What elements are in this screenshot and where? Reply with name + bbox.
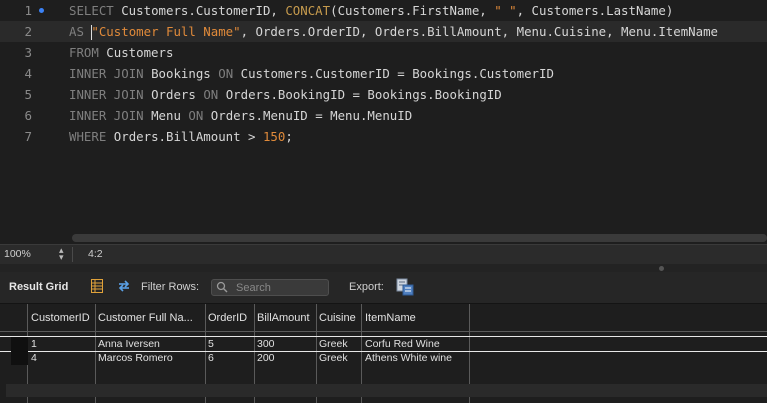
column-header-cuisine[interactable]: Cuisine [319, 312, 356, 324]
cell-billamount[interactable]: 200 [257, 352, 275, 364]
code-token-fn: CONCAT [285, 3, 331, 18]
line-number: 6 [24, 108, 32, 123]
filter-search-box[interactable] [211, 279, 329, 296]
statement-marker-icon [39, 8, 44, 13]
horizontal-scrollbar[interactable] [72, 234, 767, 242]
code-text[interactable]: WHERE Orders.BillAmount > 150; [69, 126, 293, 147]
code-token: Orders.MenuID = Menu.MenuID [203, 108, 413, 123]
line-number: 4 [24, 66, 32, 81]
cell-itemname[interactable]: Athens White wine [365, 352, 452, 364]
code-token-num: 150 [262, 129, 286, 144]
code-text[interactable]: INNER JOIN Bookings ON Customers.Custome… [69, 63, 554, 84]
result-grid[interactable]: CustomerID Customer Full Na... OrderID B… [0, 304, 767, 403]
code-text[interactable]: INNER JOIN Orders ON Orders.BookingID = … [69, 84, 502, 105]
column-header-orderid[interactable]: OrderID [208, 312, 247, 324]
code-line-1[interactable]: 1 SELECT Customers.CustomerID, CONCAT(Cu… [0, 0, 767, 21]
column-header-customer-full-name[interactable]: Customer Full Na... [98, 312, 193, 324]
code-token: ; [285, 129, 293, 144]
column-header-itemname[interactable]: ItemName [365, 312, 416, 324]
divider [72, 247, 73, 262]
result-toolbar: Result Grid Filter Rows: Export: [0, 272, 767, 304]
cell-customer-full-name[interactable]: Anna Iversen [98, 338, 160, 350]
line-number: 3 [24, 45, 32, 60]
refresh-icon[interactable] [116, 279, 132, 293]
code-token: Customers.CustomerID, [113, 3, 286, 18]
zoom-stepper-icon[interactable]: ▴ ▾ [59, 246, 64, 262]
export-icon[interactable] [396, 278, 414, 296]
export-label: Export: [349, 281, 384, 293]
cell-cuisine[interactable]: Greek [319, 338, 348, 350]
cell-orderid[interactable]: 6 [208, 352, 214, 364]
grid-view-icon[interactable] [91, 279, 103, 293]
cell-itemname[interactable]: Corfu Red Wine [365, 338, 440, 350]
code-text[interactable]: SELECT Customers.CustomerID, CONCAT(Cust… [69, 0, 673, 21]
code-token: Orders.BookingID = Bookings.BookingID [218, 87, 502, 102]
cell-customer-full-name[interactable]: Marcos Romero [98, 352, 173, 364]
code-token-kw: INNER [69, 66, 107, 81]
code-token: Customers [98, 45, 174, 60]
code-line-3[interactable]: 3 FROM Customers [0, 42, 767, 63]
cell-orderid[interactable]: 5 [208, 338, 214, 350]
code-token: Orders.BillAmount > [106, 129, 263, 144]
cursor-position: 4:2 [88, 248, 103, 260]
code-token-kw: ON [203, 87, 219, 102]
code-token-kw: INNER [69, 108, 107, 123]
column-header-customerid[interactable]: CustomerID [31, 312, 90, 324]
code-token-str: "Customer Full Name" [91, 24, 241, 39]
cell-cuisine[interactable]: Greek [319, 352, 348, 364]
code-token-kw: WHERE [69, 129, 107, 144]
code-token-kw: ON [218, 66, 234, 81]
editor-status-bar: 100% ▴ ▾ 4:2 [0, 244, 767, 265]
cell-billamount[interactable]: 300 [257, 338, 275, 350]
code-token: , Customers.LastName) [516, 3, 674, 18]
search-icon [216, 281, 228, 293]
sql-editor[interactable]: 1 SELECT Customers.CustomerID, CONCAT(Cu… [0, 0, 767, 244]
code-line-6[interactable]: 6 INNER JOIN Menu ON Orders.MenuID = Men… [0, 105, 767, 126]
cell-customerid[interactable]: 1 [31, 338, 37, 350]
code-line-5[interactable]: 5 INNER JOIN Orders ON Orders.BookingID … [0, 84, 767, 105]
code-token: Orders [143, 87, 204, 102]
line-number: 7 [24, 129, 32, 144]
empty-row[interactable] [6, 384, 767, 397]
row-selector[interactable] [11, 351, 28, 365]
code-line-2[interactable]: 2 AS "Customer Full Name", Orders.OrderI… [0, 21, 767, 42]
code-token-kw: SELECT [69, 3, 114, 18]
code-token-kw: INNER [69, 87, 107, 102]
code-token-kw: JOIN [113, 66, 144, 81]
panel-splitter[interactable] [0, 264, 767, 272]
filter-search-input[interactable] [236, 280, 324, 295]
splitter-handle-icon[interactable] [659, 266, 664, 271]
code-token-kw: AS [69, 24, 84, 39]
code-token-kw: JOIN [113, 87, 144, 102]
code-text[interactable]: AS "Customer Full Name", Orders.OrderID,… [69, 21, 718, 42]
code-token: Customers.CustomerID = Bookings.Customer… [233, 66, 554, 81]
table-row[interactable]: 4 Marcos Romero 6 200 Greek Athens White… [0, 351, 767, 365]
grid-header: CustomerID Customer Full Na... OrderID B… [0, 304, 767, 332]
line-number: 1 [24, 3, 32, 18]
code-line-4[interactable]: 4 INNER JOIN Bookings ON Customers.Custo… [0, 63, 767, 84]
cell-customerid[interactable]: 4 [31, 352, 37, 364]
code-text[interactable]: FROM Customers [69, 42, 173, 63]
code-token-kw: JOIN [113, 108, 144, 123]
code-text[interactable]: INNER JOIN Menu ON Orders.MenuID = Menu.… [69, 105, 412, 126]
line-number: 5 [24, 87, 32, 102]
table-row[interactable]: 1 Anna Iversen 5 300 Greek Corfu Red Win… [0, 336, 767, 352]
code-token: (Customers.FirstName, [330, 3, 495, 18]
line-number: 2 [24, 24, 32, 39]
code-line-7[interactable]: 7 WHERE Orders.BillAmount > 150; [0, 126, 767, 147]
code-token: , Orders.OrderID, Orders.BillAmount, Men… [240, 24, 719, 39]
code-token: Menu [143, 108, 189, 123]
code-token: Bookings [143, 66, 219, 81]
zoom-level[interactable]: 100% [4, 248, 31, 260]
column-header-billamount[interactable]: BillAmount [257, 312, 310, 324]
result-grid-title: Result Grid [9, 281, 69, 293]
code-token-kw: FROM [69, 45, 99, 60]
row-selector[interactable] [11, 337, 28, 351]
code-token-kw: ON [188, 108, 204, 123]
code-token-str: " " [494, 3, 517, 18]
filter-rows-label: Filter Rows: [141, 281, 200, 293]
